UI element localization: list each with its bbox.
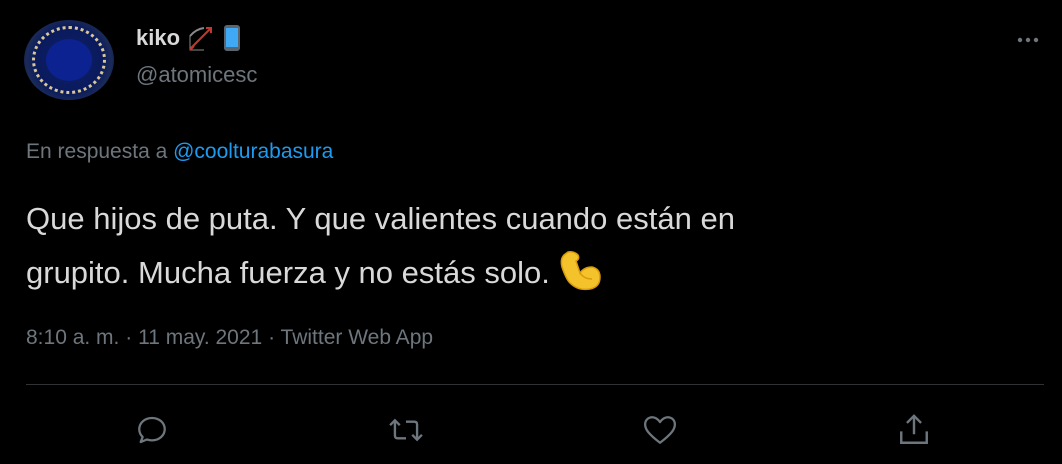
reply-mention-link[interactable]: @coolturabasura xyxy=(173,140,333,163)
reply-icon xyxy=(135,413,169,447)
tweet-text-line-2: grupito. Mucha fuerza y no estás solo. xyxy=(26,246,1026,300)
more-options-icon[interactable] xyxy=(1012,28,1044,52)
meta-separator: · xyxy=(125,326,133,349)
divider xyxy=(26,384,1044,385)
tweet-source[interactable]: Twitter Web App xyxy=(281,326,434,349)
tweet-text-line: grupito. Mucha fuerza y no estás solo. xyxy=(26,255,550,290)
retweet-button[interactable] xyxy=(386,410,426,450)
reply-context: En respuesta a @coolturabasura xyxy=(26,140,333,164)
reply-prefix: En respuesta a xyxy=(26,140,168,163)
tweet-time[interactable]: 8:10 a. m. xyxy=(26,326,119,349)
tweet-text-line: Que hijos de puta. Y que valientes cuand… xyxy=(26,201,735,236)
share-icon xyxy=(898,413,930,447)
reply-button[interactable] xyxy=(132,410,172,450)
share-button[interactable] xyxy=(894,410,934,450)
flexed-biceps-emoji-icon xyxy=(556,249,604,293)
like-button[interactable] xyxy=(640,410,680,450)
tweet-date[interactable]: 11 may. 2021 xyxy=(138,326,262,349)
user-handle[interactable]: @atomicesc xyxy=(136,62,257,88)
user-name-row: kiko xyxy=(136,24,248,52)
tweet-meta: 8:10 a. m. · 11 may. 2021 · Twitter Web … xyxy=(26,326,433,350)
mobile-phone-emoji-icon xyxy=(222,24,248,52)
like-icon xyxy=(643,414,677,446)
meta-separator: · xyxy=(268,326,276,349)
display-name[interactable]: kiko xyxy=(136,25,180,51)
avatar-ring xyxy=(32,26,106,94)
retweet-icon xyxy=(388,413,424,447)
tweet-text: Que hijos de puta. Y que valientes cuand… xyxy=(26,192,1026,300)
avatar[interactable] xyxy=(24,20,114,100)
bow-and-arrow-emoji-icon xyxy=(188,24,214,52)
